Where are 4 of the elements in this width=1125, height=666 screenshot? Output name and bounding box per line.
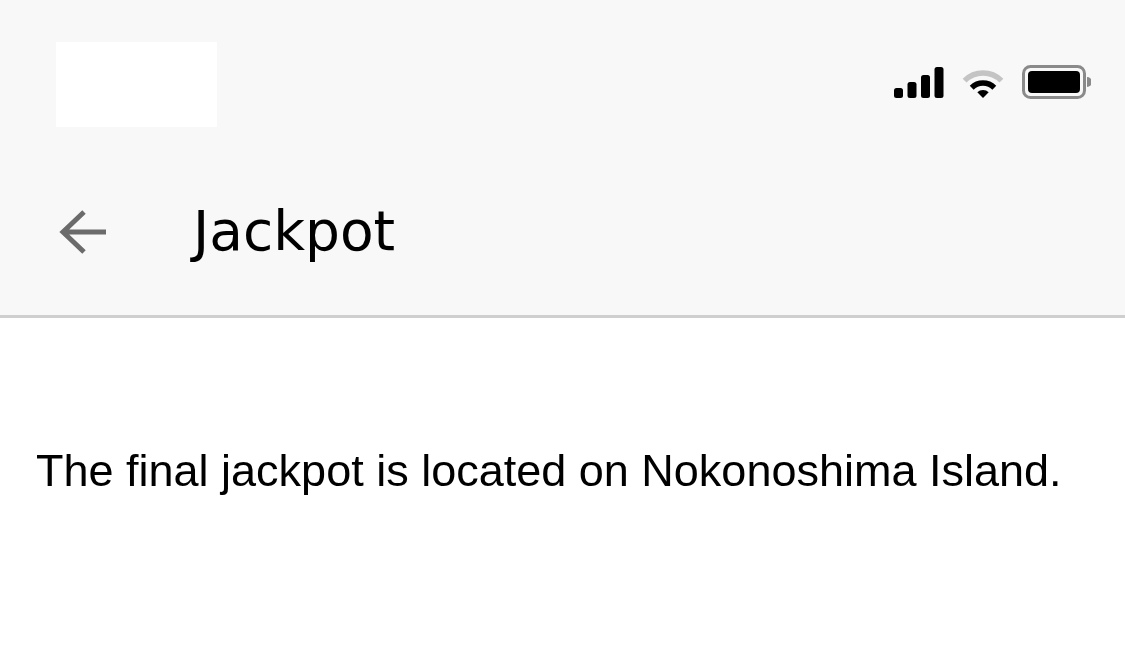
signal-icon [894,66,944,98]
message-text: The final jackpot is located on Nokonoshima Island. [36,445,1063,497]
battery-icon [1022,65,1091,99]
back-icon[interactable] [58,207,108,256]
